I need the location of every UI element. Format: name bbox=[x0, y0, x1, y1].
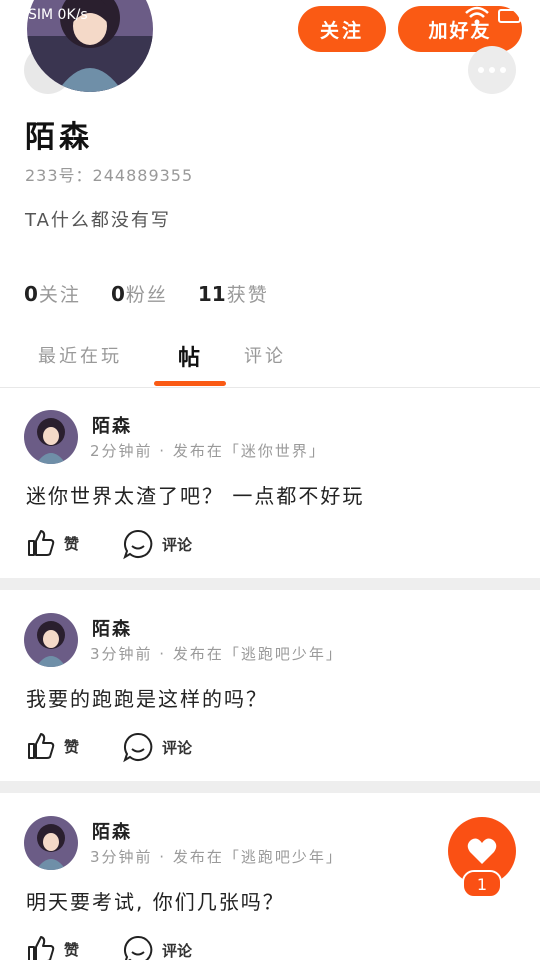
stat-likes[interactable]: 11获赞 bbox=[198, 280, 269, 307]
comment-icon bbox=[123, 935, 153, 960]
comment-label: 评论 bbox=[162, 738, 193, 757]
profile-tabs: 最近在玩 帖 评论 bbox=[0, 336, 540, 388]
post-avatar[interactable] bbox=[24, 410, 78, 464]
thumbs-up-icon bbox=[28, 936, 55, 960]
post-meta: 2分钟前 · 发布在「迷你世界」 bbox=[90, 442, 326, 460]
heart-icon bbox=[467, 838, 497, 864]
more-dot-icon bbox=[500, 67, 506, 73]
post-avatar[interactable] bbox=[24, 816, 78, 870]
profile-bio: TA什么都没有写 bbox=[25, 210, 171, 231]
comment-icon bbox=[123, 732, 153, 763]
more-button[interactable] bbox=[468, 46, 516, 94]
post-text[interactable]: 明天要考试, 你们几张吗？ bbox=[26, 886, 285, 915]
status-bar: SIM 0K/s bbox=[0, 0, 540, 34]
status-text: SIM 0K/s bbox=[28, 7, 88, 23]
profile-id: 233号：244889355 bbox=[25, 162, 193, 186]
comment-button[interactable]: 评论 bbox=[122, 934, 192, 960]
tab-comments[interactable]: 评论 bbox=[244, 342, 286, 368]
like-button[interactable]: 赞 bbox=[26, 528, 79, 558]
comment-label: 评论 bbox=[162, 535, 193, 554]
post-meta: 3分钟前 · 发布在「逃跑吧少年」 bbox=[90, 645, 343, 663]
like-button[interactable]: 赞 bbox=[26, 934, 79, 960]
like-count-badge: 1 bbox=[462, 870, 502, 898]
profile-name: 陌森 bbox=[25, 120, 93, 155]
wifi-icon bbox=[465, 6, 489, 25]
post-avatar[interactable] bbox=[24, 613, 78, 667]
stat-label: 粉丝 bbox=[125, 284, 168, 306]
post-author[interactable]: 陌森 bbox=[92, 818, 132, 844]
thumbs-up-icon bbox=[28, 530, 55, 556]
post-author[interactable]: 陌森 bbox=[92, 615, 132, 641]
status-icons bbox=[464, 5, 524, 27]
stat-value: 11 bbox=[197, 282, 226, 306]
comment-button[interactable]: 评论 bbox=[122, 528, 192, 560]
like-label: 赞 bbox=[64, 737, 80, 756]
profile-id-label: 233号： bbox=[25, 166, 93, 185]
stat-value: 0 bbox=[24, 282, 38, 306]
stat-value: 0 bbox=[110, 282, 125, 306]
divider bbox=[0, 578, 540, 590]
like-label: 赞 bbox=[64, 940, 80, 959]
comment-label: 评论 bbox=[162, 941, 193, 960]
tab-indicator bbox=[154, 381, 226, 386]
like-button[interactable]: 赞 bbox=[26, 731, 79, 761]
post-card[interactable]: 陌森 2分钟前 · 发布在「迷你世界」 迷你世界太渣了吧？ 一点都不好玩 赞 评… bbox=[0, 388, 540, 580]
like-label: 赞 bbox=[64, 534, 80, 553]
tab-posts[interactable]: 帖 bbox=[178, 340, 203, 372]
post-author[interactable]: 陌森 bbox=[92, 412, 132, 438]
post-card[interactable]: 陌森 3分钟前 · 发布在「逃跑吧少年」 我要的跑跑是这样的吗？ 赞 评论 bbox=[0, 591, 540, 783]
profile-stats: 0关注 0粉丝 11获赞 bbox=[24, 280, 299, 307]
tab-recently-played[interactable]: 最近在玩 bbox=[38, 342, 122, 368]
stat-fans[interactable]: 0粉丝 bbox=[111, 280, 168, 307]
more-dot-icon bbox=[478, 67, 484, 73]
thumbs-up-icon bbox=[28, 733, 55, 759]
profile-id-value: 244889355 bbox=[92, 166, 194, 185]
battery-icon bbox=[498, 9, 523, 23]
post-card[interactable]: 陌森 3分钟前 · 发布在「逃跑吧少年」 明天要考试, 你们几张吗？ 赞 评论 bbox=[0, 794, 540, 960]
more-dot-icon bbox=[489, 67, 495, 73]
stat-label: 关注 bbox=[38, 284, 81, 306]
comment-icon bbox=[123, 529, 153, 560]
stat-following[interactable]: 0关注 bbox=[24, 280, 81, 307]
post-meta: 3分钟前 · 发布在「逃跑吧少年」 bbox=[90, 848, 343, 866]
post-text[interactable]: 迷你世界太渣了吧？ 一点都不好玩 bbox=[26, 480, 364, 509]
stat-label: 获赞 bbox=[226, 284, 269, 306]
post-text[interactable]: 我要的跑跑是这样的吗？ bbox=[26, 683, 268, 712]
comment-button[interactable]: 评论 bbox=[122, 731, 192, 763]
divider bbox=[0, 781, 540, 793]
